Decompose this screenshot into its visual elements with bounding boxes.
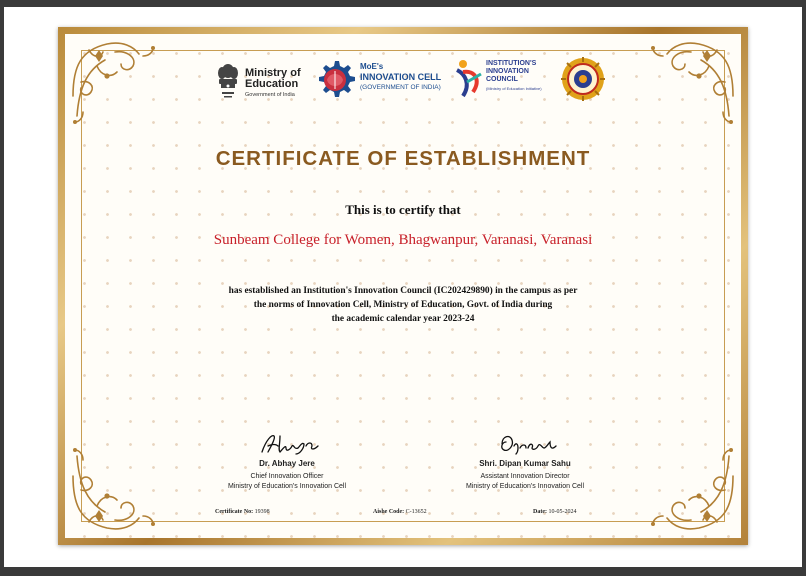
corner-ornament-icon	[72, 42, 155, 124]
iic-mark-icon	[455, 60, 482, 98]
aishe-code: Aishe Code: C-13652	[373, 509, 427, 515]
iic-logo-text: INSTITUTION'S INNOVATION COUNCIL	[486, 60, 556, 84]
signatory-designation: Chief Innovation Officer	[250, 473, 324, 480]
issue-date-value: 10-05-2024	[548, 509, 577, 515]
certificate-number: Certificate No: 19398	[215, 509, 270, 515]
iic-line-2: INNOVATION	[486, 68, 529, 75]
iic-line-3: COUNCIL	[486, 76, 518, 83]
signatory-block-left: Dr. Abhay Jere Chief Innovation Officer …	[187, 430, 387, 492]
iic-line-4: (Ministry of Education Initiative)	[486, 86, 542, 91]
viewer-top-bar	[0, 0, 806, 7]
mic-line-3: (GOVERNMENT OF INDIA)	[360, 84, 441, 91]
certificate-title: CERTIFICATE OF ESTABLISHMENT	[215, 147, 591, 170]
moe-line-2: Education	[245, 78, 299, 90]
mic-line-1: MoE's	[360, 62, 384, 71]
ministry-of-education-logo: Ministry of Education Government of Indi…	[215, 56, 310, 108]
viewer-bottom-bar	[0, 567, 806, 576]
certificate-number-label: Certificate No:	[215, 509, 254, 515]
aishe-code-value: C-13652	[405, 509, 427, 515]
viewer-left-edge	[0, 0, 4, 576]
certificate-number-value: 19398	[254, 509, 270, 515]
iic-logo: INSTITUTION'S INNOVATION COUNCIL (Minist…	[453, 56, 553, 108]
body-line-2: the norms of Innovation Cell, Ministry o…	[253, 300, 553, 310]
signatory-organization: Ministry of Education's Innovation Cell	[465, 483, 585, 490]
signatory-organization: Ministry of Education's Innovation Cell	[227, 483, 347, 490]
mic-line-2: INNOVATION CELL	[360, 72, 442, 82]
corner-ornament-icon	[651, 42, 734, 124]
aicte-seal-icon	[561, 57, 605, 101]
signature-icon	[261, 434, 319, 455]
corner-ornament-icon	[72, 448, 155, 530]
document-viewer: Ministry of Education Government of Indi…	[0, 0, 806, 576]
moe-logo-text: Ministry of Education	[245, 68, 301, 90]
certificate: Ministry of Education Government of Indi…	[58, 27, 748, 545]
aishe-code-label: Aishe Code:	[373, 509, 405, 515]
signatory-name: Dr. Abhay Jere	[259, 459, 315, 468]
signatory-name: Shri. Dipan Kumar Sahu	[479, 459, 571, 468]
body-line-1: has established an Institution's Innovat…	[228, 286, 578, 296]
body-line-3: the academic calendar year 2023-24	[331, 314, 475, 324]
national-emblem-icon	[218, 64, 238, 98]
signature-icon	[501, 435, 557, 455]
certificate-body: Ministry of Education Government of Indi…	[65, 34, 741, 538]
institution-name: Sunbeam College for Women, Bhagwanpur, V…	[213, 232, 593, 248]
issue-date-label: Date:	[533, 509, 547, 515]
aicte-logo	[560, 56, 608, 108]
iic-line-1: INSTITUTION'S	[486, 60, 537, 67]
innovation-cell-logo: MoE's INNOVATION CELL (GOVERNMENT OF IND…	[313, 56, 443, 108]
signatory-block-right: Shri. Dipan Kumar Sahu Assistant Innovat…	[425, 430, 625, 492]
certify-line: This is to certify that	[345, 202, 461, 217]
issue-date: Date: 10-05-2024	[533, 509, 577, 515]
gear-brain-icon	[319, 61, 355, 97]
logo-row: Ministry of Education Government of Indi…	[205, 56, 625, 116]
corner-ornament-icon	[651, 448, 734, 530]
moe-line-3: Government of India	[245, 92, 295, 98]
certificate-body-text: has established an Institution's Innovat…	[193, 284, 613, 326]
signatory-designation: Assistant Innovation Director	[480, 473, 570, 480]
viewer-right-edge	[802, 0, 806, 576]
